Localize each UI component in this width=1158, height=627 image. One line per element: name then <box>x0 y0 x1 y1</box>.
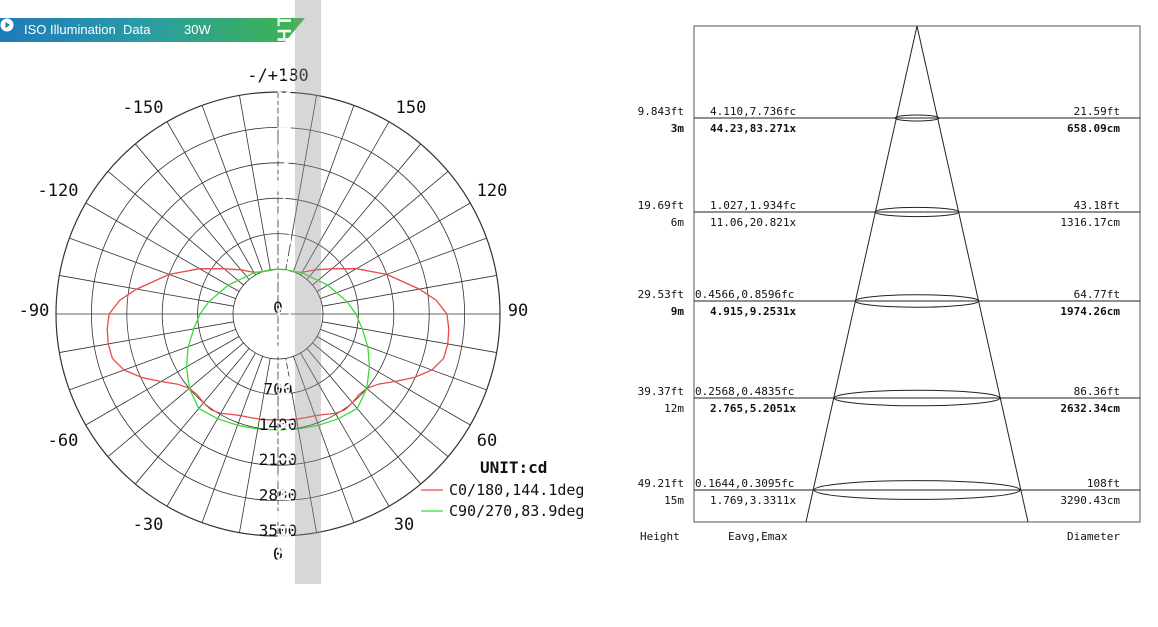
polar-angle-label: 90 <box>508 301 528 321</box>
row-lx: 44.23,83.271x <box>710 122 796 135</box>
row-lx: 4.915,9.2531x <box>710 305 796 318</box>
polar-spoke <box>312 170 449 286</box>
polar-angle-label: 120 <box>477 181 508 201</box>
row-fc: 1.027,1.934fc <box>710 199 796 212</box>
unit-label: UNIT:cd <box>480 458 547 477</box>
watermark: LUX LIGHTING LUX LIGHTING LUX LIGHTING L… <box>275 0 296 627</box>
polar-spoke <box>322 275 497 307</box>
polar-spoke <box>312 342 449 458</box>
polar-spoke <box>306 143 422 280</box>
polar-angle-label: -120 <box>38 181 79 201</box>
row-dia-cm: 658.09cm <box>1067 122 1120 135</box>
polar-spoke <box>239 95 271 270</box>
polar-spoke <box>69 329 236 391</box>
polar-spoke <box>201 356 263 523</box>
row-dia-ft: 86.36ft <box>1074 385 1120 398</box>
row-height-m: 12m <box>664 402 684 415</box>
polar-angle-label: -150 <box>123 98 164 118</box>
row-dia-ft: 21.59ft <box>1074 105 1120 118</box>
polar-angle-label: -90 <box>19 301 50 321</box>
row-height-m: 15m <box>664 494 684 507</box>
polar-angle-label: -60 <box>48 431 79 451</box>
row-lx: 2.765,5.2051x <box>710 402 796 415</box>
column-header: Diameter <box>1067 530 1120 543</box>
row-dia-cm: 1974.26cm <box>1060 305 1120 318</box>
polar-spoke <box>322 321 497 353</box>
row-dia-cm: 1316.17cm <box>1060 216 1120 229</box>
row-height-ft: 29.53ft <box>638 288 684 301</box>
row-fc: 0.4566,0.8596fc <box>695 288 794 301</box>
legend-label: C0/180,144.1deg <box>449 481 584 499</box>
polar-spoke <box>306 348 422 485</box>
row-height-m: 3m <box>671 122 685 135</box>
polar-spoke <box>201 105 263 272</box>
polar-legend: UNIT:cd C0/180,144.1deg C90/270,83.9deg <box>421 458 584 520</box>
cone-column-headers: Height Eavg,Emax Diameter <box>640 530 1120 543</box>
row-dia-ft: 43.18ft <box>1074 199 1120 212</box>
polar-spoke <box>134 348 250 485</box>
watermark-band <box>295 0 321 584</box>
row-dia-ft: 108ft <box>1087 477 1120 490</box>
illuminance-cone-chart: 9.843ft 3m 4.110,7.736fc 44.23,83.271x 21.59… <box>638 25 1141 543</box>
row-fc: 0.2568,0.4835fc <box>695 385 794 398</box>
cone-lines <box>694 25 1140 523</box>
row-dia-ft: 64.77ft <box>1074 288 1120 301</box>
row-dia-cm: 2632.34cm <box>1060 402 1120 415</box>
column-header: Eavg,Emax <box>728 530 788 543</box>
polar-angle-label: -30 <box>133 515 164 535</box>
polar-spoke <box>107 170 244 286</box>
cone-edge-left <box>805 25 918 523</box>
row-height-ft: 19.69ft <box>638 199 684 212</box>
polar-spoke <box>59 321 234 353</box>
polar-spoke <box>107 342 244 458</box>
polar-angle-label: 150 <box>396 98 427 118</box>
row-height-m: 9m <box>671 305 685 318</box>
row-height-ft: 39.37ft <box>638 385 684 398</box>
polar-spoke <box>59 275 234 307</box>
row-fc: 4.110,7.736fc <box>710 105 796 118</box>
row-height-ft: 49.21ft <box>638 477 684 490</box>
legend-label: C90/270,83.9deg <box>449 502 584 520</box>
polar-angle-label: 60 <box>477 431 497 451</box>
polar-angle-label: 30 <box>394 515 414 535</box>
cone-edge-right <box>916 25 1029 523</box>
row-height-ft: 9.843ft <box>638 105 684 118</box>
polar-spoke <box>134 143 250 280</box>
cone-frame <box>693 25 1141 523</box>
row-lx: 11.06,20.821x <box>710 216 796 229</box>
row-fc: 0.1644,0.3095fc <box>695 477 794 490</box>
column-header: Height <box>640 530 680 543</box>
row-dia-cm: 3290.43cm <box>1060 494 1120 507</box>
row-lx: 1.769,3.3311x <box>710 494 796 507</box>
polar-spoke <box>320 329 487 391</box>
row-height-m: 6m <box>671 216 685 229</box>
